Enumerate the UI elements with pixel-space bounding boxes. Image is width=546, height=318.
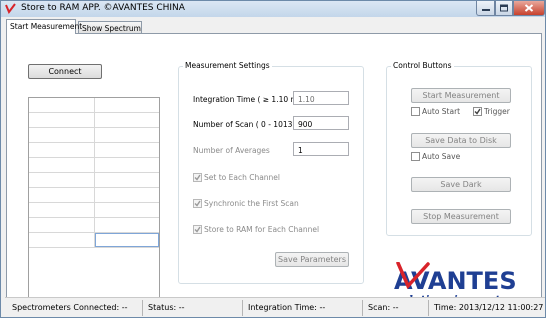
grid-cell[interactable] [29, 218, 95, 232]
auto-save-label: Auto Save [422, 152, 461, 161]
status-status: Status: -- [143, 300, 243, 316]
grid-row [29, 203, 159, 218]
checkmark-icon [474, 108, 481, 115]
maximize-icon [500, 4, 508, 12]
save-parameters-button[interactable]: Save Parameters [275, 252, 349, 267]
status-spectrometers-connected: Spectrometers Connected: -- [7, 300, 143, 316]
tab-start-measurement[interactable]: Start Measurement [6, 19, 82, 34]
grid-row [29, 143, 159, 158]
grid-row [29, 218, 159, 233]
checkbox-box [411, 152, 420, 161]
checkmark-icon [194, 226, 201, 233]
number-of-scan-label: Number of Scan ( 0 - 1013 ) [193, 120, 298, 129]
window-title: Store to RAM APP. ©AVANTES CHINA [21, 3, 185, 13]
stop-measurement-button[interactable]: Stop Measurement [411, 209, 511, 224]
close-icon [524, 4, 534, 12]
grid-cell[interactable] [95, 188, 159, 202]
minimize-button[interactable] [476, 1, 495, 16]
checkmark-icon [194, 200, 201, 207]
client-area: Start Measurement Show Spectrum Connect … [3, 17, 545, 317]
grid-cell[interactable] [29, 98, 95, 112]
save-dark-button[interactable]: Save Dark [411, 177, 511, 192]
grid-cell[interactable] [95, 218, 159, 232]
number-of-averages-input[interactable] [293, 142, 349, 156]
set-each-channel-label: Set to Each Channel [204, 173, 280, 182]
synchronic-first-scan-label: Synchronic the First Scan [204, 199, 299, 208]
status-scan: Scan: -- [363, 300, 429, 316]
grid-cell[interactable] [95, 203, 159, 217]
control-buttons-title: Control Buttons [391, 61, 454, 70]
number-of-averages-label: Number of Averages [193, 146, 270, 155]
channel-grid[interactable] [28, 97, 160, 309]
integration-time-input[interactable] [293, 91, 349, 105]
tab-page-start-measurement: Connect Measurement Settings Integration… [6, 33, 542, 309]
grid-cell[interactable] [95, 113, 159, 127]
number-of-scan-input[interactable] [293, 116, 349, 130]
checkbox-box [193, 225, 202, 234]
grid-cell[interactable] [29, 113, 95, 127]
checkbox-box [193, 199, 202, 208]
grid-cell[interactable] [29, 143, 95, 157]
grid-cell[interactable] [29, 128, 95, 142]
measurement-settings-title: Measurement Settings [183, 61, 272, 70]
status-integration-time: Integration Time: -- [243, 300, 363, 316]
grid-row [29, 188, 159, 203]
grid-row [29, 173, 159, 188]
connect-button[interactable]: Connect [28, 64, 102, 79]
title-bar[interactable]: Store to RAM APP. ©AVANTES CHINA [1, 1, 545, 17]
status-time: Time: 2013/12/12 11:00:27 [434, 303, 544, 312]
app-window: Store to RAM APP. ©AVANTES CHINA Start M… [0, 0, 546, 318]
grid-cell[interactable] [29, 203, 95, 217]
save-data-button[interactable]: Save Data to Disk [411, 133, 511, 148]
measurement-settings-group: Measurement Settings Integration Time ( … [178, 61, 364, 284]
grid-cell[interactable] [29, 173, 95, 187]
grid-cell[interactable] [95, 98, 159, 112]
checkbox-box [473, 107, 482, 116]
grid-cell[interactable] [29, 233, 95, 247]
start-measurement-button[interactable]: Start Measurement [411, 88, 511, 103]
store-ram-each-channel-label: Store to RAM for Each Channel [204, 225, 320, 234]
grid-row [29, 158, 159, 173]
grid-row [29, 128, 159, 143]
integration-time-label: Integration Time ( ≥ 1.10 ms ) [193, 95, 308, 104]
app-logo-icon [5, 3, 16, 14]
grid-cell[interactable] [95, 128, 159, 142]
checkbox-box [411, 107, 420, 116]
control-buttons-group: Control Buttons Start Measurement Auto S… [386, 61, 532, 236]
grid-row [29, 113, 159, 128]
grid-cell-selected[interactable] [95, 233, 159, 247]
grid-cell[interactable] [95, 143, 159, 157]
maximize-button[interactable] [495, 1, 513, 16]
grid-row [29, 98, 159, 113]
grid-row [29, 233, 159, 248]
grid-cell[interactable] [95, 173, 159, 187]
close-button[interactable] [513, 1, 545, 16]
minimize-icon [481, 9, 490, 11]
grid-cell[interactable] [29, 188, 95, 202]
checkmark-icon [194, 174, 201, 181]
auto-start-label: Auto Start [422, 107, 461, 116]
grid-cell[interactable] [95, 158, 159, 172]
status-bar: Spectrometers Connected: -- Status: -- I… [5, 297, 545, 317]
checkbox-box [193, 173, 202, 182]
trigger-label: Trigger [484, 107, 510, 116]
grid-cell[interactable] [29, 158, 95, 172]
